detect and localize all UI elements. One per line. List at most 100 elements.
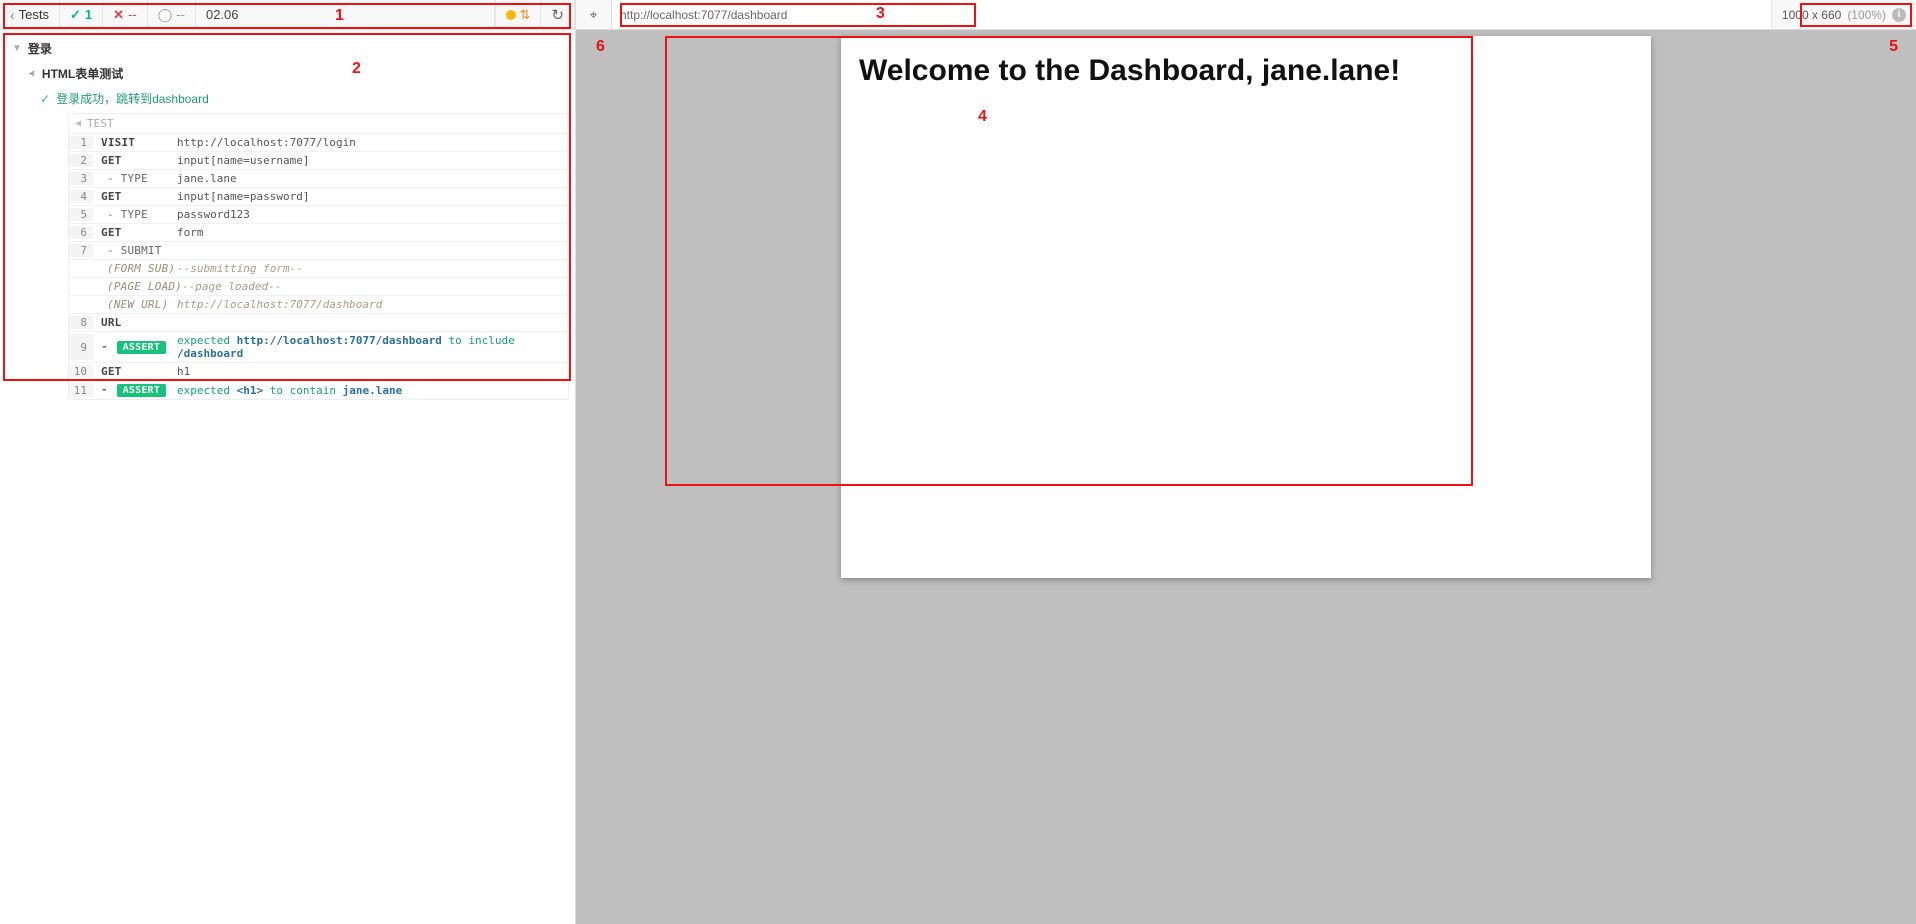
command-row[interactable]: 7- SUBMIT <box>69 241 568 259</box>
pending-count-value: -- <box>176 7 185 22</box>
fail-count-value: -- <box>128 7 137 22</box>
command-message: form <box>177 226 568 239</box>
command-number: 3 <box>69 172 93 185</box>
aut-pane: ⌖ http://localhost:7077/dashboard 1000 x… <box>576 0 1916 924</box>
command-number: 10 <box>69 365 93 378</box>
pending-count[interactable]: ◯ -- <box>148 0 196 29</box>
command-message: input[name=password] <box>177 190 568 203</box>
command-row[interactable]: (PAGE LOAD)--page loaded-- <box>69 277 568 295</box>
command-row[interactable]: (FORM SUB)--submitting form-- <box>69 259 568 277</box>
command-row[interactable]: 9- ASSERTexpected http://localhost:7077/… <box>69 331 568 362</box>
command-name: (PAGE LOAD) <box>93 280 182 293</box>
command-row[interactable]: (NEW URL)http://localhost:7077/dashboard <box>69 295 568 313</box>
command-number: 5 <box>69 208 93 221</box>
back-label: Tests <box>19 7 49 22</box>
command-row[interactable]: 10GETh1 <box>69 362 568 380</box>
command-message: h1 <box>177 365 568 378</box>
command-number: 9 <box>69 334 93 360</box>
command-row[interactable]: 5- TYPEpassword123 <box>69 205 568 223</box>
command-name: VISIT <box>93 136 177 149</box>
describe-row[interactable]: ▼ HTML表单测试 <box>20 61 569 86</box>
check-icon: ✓ <box>70 7 81 23</box>
caret-down-icon: ▼ <box>73 120 84 126</box>
command-message: --page loaded-- <box>182 280 568 293</box>
command-log: ▼ TEST 1VISIThttp://localhost:7077/login… <box>68 113 569 400</box>
dot-icon <box>506 10 516 20</box>
command-message: expected http://localhost:7077/dashboard… <box>177 334 568 360</box>
command-number: 4 <box>69 190 93 203</box>
command-number: 1 <box>69 136 93 149</box>
timer: 02.06 <box>196 0 495 29</box>
command-name: - TYPE <box>93 172 177 185</box>
test-row[interactable]: ✓ 登录成功，跳转到dashboard <box>34 86 569 111</box>
aut-stage: Welcome to the Dashboard, jane.lane! <box>576 30 1916 924</box>
command-name: - TYPE <box>93 208 177 221</box>
command-row[interactable]: 2GETinput[name=username] <box>69 151 568 169</box>
pass-count[interactable]: ✓ 1 <box>60 0 103 29</box>
selector-playground-button[interactable]: ⌖ <box>576 0 612 29</box>
command-number <box>69 298 93 311</box>
aut-iframe[interactable]: Welcome to the Dashboard, jane.lane! <box>841 36 1651 578</box>
command-number: 7 <box>69 244 93 257</box>
chevron-left-icon: ‹ <box>10 7 15 23</box>
pass-count-value: 1 <box>85 7 92 22</box>
fail-count[interactable]: ✕ -- <box>103 0 148 29</box>
page-heading: Welcome to the Dashboard, jane.lane! <box>859 54 1633 88</box>
viewport-info[interactable]: 1000 x 660 (100%) i <box>1772 0 1916 29</box>
url-display[interactable]: http://localhost:7077/dashboard <box>612 0 1772 29</box>
command-row[interactable]: 1VISIThttp://localhost:7077/login <box>69 133 568 151</box>
command-row[interactable]: 4GETinput[name=password] <box>69 187 568 205</box>
command-row[interactable]: 6GETform <box>69 223 568 241</box>
command-name: (FORM SUB) <box>93 262 177 275</box>
command-name: (NEW URL) <box>93 298 177 311</box>
caret-down-icon: ▼ <box>12 43 22 54</box>
viewport-size: 1000 x 660 <box>1782 8 1841 22</box>
section-label: TEST <box>87 117 114 130</box>
command-message: expected <h1> to contain jane.lane <box>177 384 568 397</box>
command-row[interactable]: 11- ASSERTexpected <h1> to contain jane.… <box>69 380 568 399</box>
command-message: password123 <box>177 208 568 221</box>
rerun-button[interactable]: ↻ <box>541 0 575 29</box>
viewport-zoom: (100%) <box>1847 8 1886 22</box>
test-title: 登录成功，跳转到dashboard <box>56 90 209 107</box>
command-message: http://localhost:7077/dashboard <box>177 298 568 311</box>
suite-row[interactable]: ▼ 登录 <box>6 36 569 61</box>
tests-body: ▼ 登录 ▼ HTML表单测试 ✓ 登录成功，跳转到dashboard ▼ TE… <box>0 30 575 410</box>
url-text: http://localhost:7077/dashboard <box>620 8 787 22</box>
back-to-tests-button[interactable]: ‹ Tests <box>0 0 60 29</box>
command-name: GET <box>93 190 177 203</box>
circle-icon: ◯ <box>158 7 173 23</box>
command-name: - ASSERT <box>93 340 177 354</box>
crosshair-icon: ⌖ <box>590 7 597 23</box>
command-message: input[name=username] <box>177 154 568 167</box>
command-name: GET <box>93 154 177 167</box>
command-row[interactable]: 3- TYPEjane.lane <box>69 169 568 187</box>
command-row[interactable]: 8URL <box>69 313 568 331</box>
command-name: GET <box>93 226 177 239</box>
command-message: --submitting form-- <box>177 262 568 275</box>
command-name: URL <box>93 316 177 329</box>
assert-badge: ASSERT <box>117 341 166 354</box>
reload-icon: ↻ <box>551 6 564 24</box>
updown-arrows-icon: ⇅ <box>520 7 531 23</box>
command-number <box>69 280 93 293</box>
describe-title: HTML表单测试 <box>42 65 123 82</box>
address-bar: ⌖ http://localhost:7077/dashboard 1000 x… <box>576 0 1916 30</box>
reporter-pane: ‹ Tests ✓ 1 ✕ -- ◯ -- 02.06 ⇅ ↻ ▼ 登录 <box>0 0 576 924</box>
auto-scroll-toggle[interactable]: ⇅ <box>495 0 542 29</box>
command-number <box>69 262 93 275</box>
command-number: 11 <box>69 383 93 397</box>
command-name: - ASSERT <box>93 383 177 397</box>
command-message: jane.lane <box>177 172 568 185</box>
command-message: http://localhost:7077/login <box>177 136 568 149</box>
check-icon: ✓ <box>40 92 50 106</box>
command-number: 2 <box>69 154 93 167</box>
command-name: GET <box>93 365 177 378</box>
command-number: 6 <box>69 226 93 239</box>
command-name: - SUBMIT <box>93 244 177 257</box>
timer-value: 02.06 <box>206 7 239 22</box>
suite-title: 登录 <box>28 40 52 57</box>
command-log-header[interactable]: ▼ TEST <box>69 114 568 133</box>
assert-badge: ASSERT <box>117 384 166 397</box>
info-icon: i <box>1892 8 1906 22</box>
